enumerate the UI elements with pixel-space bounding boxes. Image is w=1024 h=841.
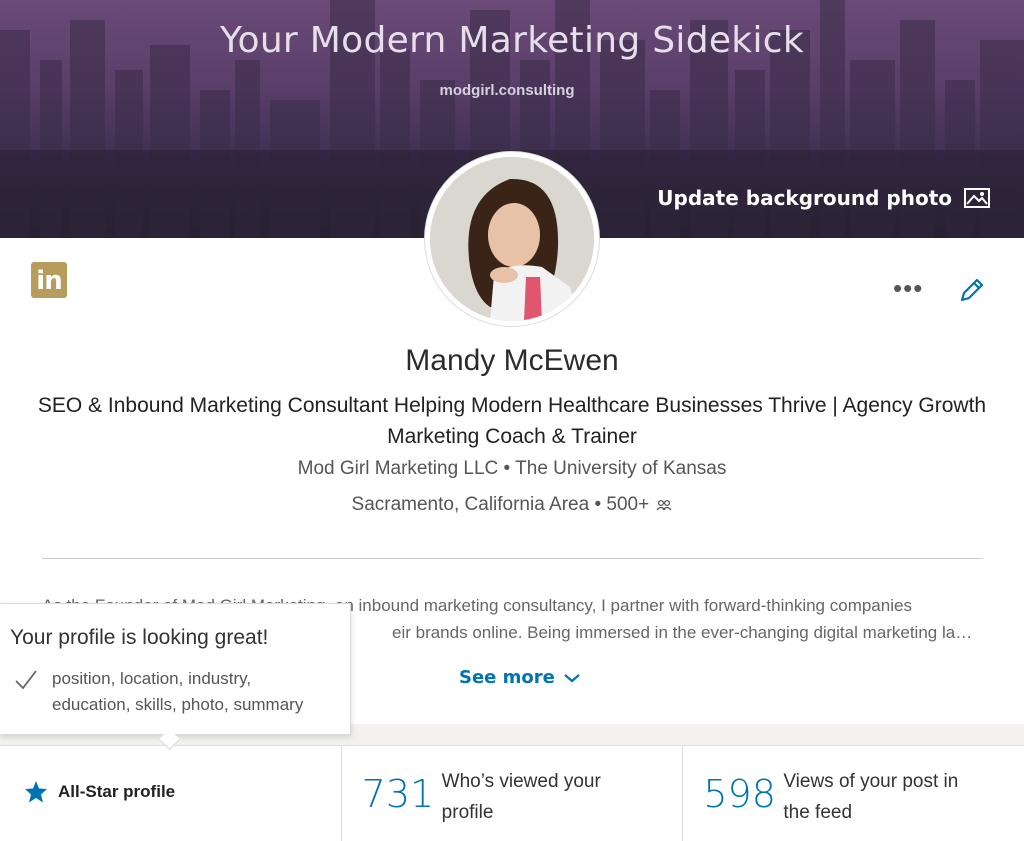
banner-subtitle: modgirl.consulting [439,82,575,99]
tooltip-line-2: education, skills, photo, summary [52,695,304,714]
post-views-stat[interactable]: 598 Views of your post in the feed [683,746,1024,841]
star-icon [25,781,47,803]
divider [42,558,983,559]
post-views-label: Views of your post in the feed [783,766,1003,828]
see-more-label: See more [459,667,555,688]
profile-views-stat[interactable]: 731 Who’s viewed your profile [342,746,684,841]
profile-headline: SEO & Inbound Marketing Consultant Helpi… [37,394,987,448]
all-star-label: All-Star profile [58,781,176,801]
profile-strength-tooltip: Your profile is looking great! position,… [0,603,351,751]
profile-name: Mandy McEwen [405,344,619,377]
tooltip-body: position, location, industry, education,… [52,666,303,718]
post-views-label-line-2: the feed [783,802,853,823]
separator: • [503,458,511,479]
post-views-label-line-1: Views of your post in [783,771,959,792]
profile-photo-image [430,157,594,321]
more-options-button[interactable]: ••• [893,275,923,301]
update-background-label: Update background photo [657,186,952,210]
see-more-button[interactable]: See more [459,667,581,688]
checkmark-icon [15,670,37,690]
separator: • [594,494,602,515]
linkedin-logo-icon: in [31,262,67,298]
banner-title: Your Modern Marketing Sidekick [219,20,804,61]
pencil-icon [960,278,984,302]
update-background-photo-button[interactable]: Update background photo [657,186,990,210]
profile-photo[interactable] [425,152,599,326]
all-star-profile-stat[interactable]: All-Star profile [0,746,342,841]
profile-views-label-line-2: profile [441,802,494,823]
location-text: Sacramento, California Area [351,494,590,515]
profile-location-row: Sacramento, California Area • 500+ [0,494,1024,516]
post-views-count: 598 [703,772,776,816]
profile-views-count: 731 [361,772,435,816]
profile-affiliations: Mod Girl Marketing LLC • The University … [0,458,1024,480]
tooltip-line-1: position, location, industry, [52,669,252,688]
profile-views-label-line-1: Who’s viewed your [441,771,601,792]
school-link[interactable]: The University of Kansas [515,458,726,479]
connections-icon [656,499,672,511]
company-link[interactable]: Mod Girl Marketing LLC [298,458,499,479]
image-icon [964,188,990,208]
profile-views-label: Who’s viewed your profile [442,766,662,828]
edit-profile-button[interactable] [958,276,986,309]
chevron-down-icon [564,673,580,682]
connections-count[interactable]: 500+ [606,494,649,515]
profile-stats-bar: All-Star profile 731 Who’s viewed your p… [0,745,1024,841]
tooltip-title: Your profile is looking great! [10,626,269,649]
